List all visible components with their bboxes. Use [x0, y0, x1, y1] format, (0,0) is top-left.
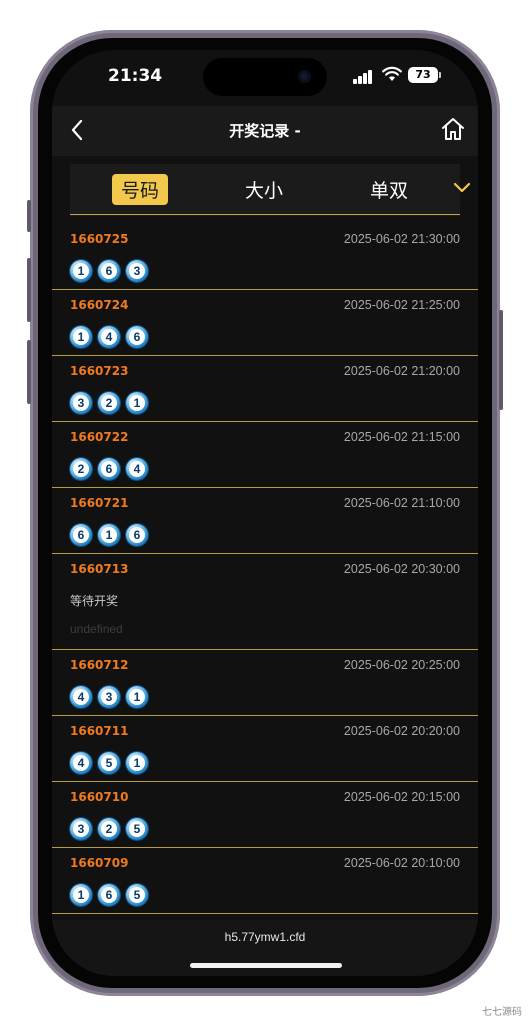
draw-time: 2025-06-02 21:20:00 [343, 364, 460, 378]
number-ball: 3 [70, 392, 92, 414]
number-ball: 1 [126, 686, 148, 708]
record-row: 1660723 2025-06-02 21:20:00 321 [52, 356, 478, 422]
number-ball: 3 [98, 686, 120, 708]
ball-group: 165 [70, 884, 154, 908]
draw-time: 2025-06-02 21:10:00 [343, 496, 460, 510]
tab-number[interactable]: 号码 [112, 174, 169, 205]
chevron-down-icon [453, 182, 471, 193]
record-row: 1660709 2025-06-02 20:10:00 165 [52, 848, 478, 914]
draw-time: 2025-06-02 21:25:00 [343, 298, 460, 312]
ball-group: 146 [70, 326, 154, 350]
page-title: 开奖记录 - [229, 122, 301, 140]
number-ball: 4 [126, 458, 148, 480]
record-row: 1660725 2025-06-02 21:30:00 163 [52, 224, 478, 290]
home-icon [442, 118, 464, 140]
number-ball: 6 [126, 326, 148, 348]
volume-up-button [27, 258, 31, 322]
number-ball: 6 [98, 458, 120, 480]
screen: 21:34 73 开奖记录 - 号码 大小 单双 1660725 2025-06… [52, 50, 478, 976]
ball-group: 163 [70, 260, 154, 284]
power-button [499, 310, 503, 410]
record-row: 1660712 2025-06-02 20:25:00 431 [52, 650, 478, 716]
ball-group: 616 [70, 524, 154, 548]
dropdown-button[interactable] [452, 180, 472, 194]
issue-number: 1660721 [70, 496, 129, 510]
record-row: 1660710 2025-06-02 20:15:00 325 [52, 782, 478, 848]
record-row: 1660711 2025-06-02 20:20:00 451 [52, 716, 478, 782]
number-ball: 1 [70, 884, 92, 906]
camera-icon [298, 70, 311, 83]
number-ball: 3 [126, 260, 148, 282]
draw-time: 2025-06-02 20:15:00 [343, 790, 460, 804]
ball-group: 431 [70, 686, 154, 710]
status-time: 21:34 [108, 66, 163, 86]
issue-number: 1660724 [70, 298, 129, 312]
draw-time: 2025-06-02 20:30:00 [343, 562, 460, 576]
number-ball: 5 [126, 884, 148, 906]
record-row-pending: 1660713 2025-06-02 20:30:00 等待开奖 undefin… [52, 554, 478, 650]
draw-time: 2025-06-02 20:10:00 [343, 856, 460, 870]
action-button [27, 200, 31, 232]
issue-number: 1660713 [70, 562, 129, 576]
dynamic-island [203, 58, 327, 96]
number-ball: 4 [98, 326, 120, 348]
issue-number: 1660710 [70, 790, 129, 804]
signal-icon [353, 70, 375, 84]
number-ball: 1 [70, 326, 92, 348]
number-ball: 5 [126, 818, 148, 840]
issue-number: 1660725 [70, 232, 129, 246]
issue-number: 1660722 [70, 430, 129, 444]
number-ball: 6 [70, 524, 92, 546]
browser-bottom-bar: h5.77ymw1.cfd [52, 920, 478, 976]
issue-number: 1660712 [70, 658, 129, 672]
number-ball: 6 [98, 260, 120, 282]
tab-size[interactable]: 大小 [245, 176, 283, 203]
ball-group: 264 [70, 458, 154, 482]
number-ball: 1 [98, 524, 120, 546]
record-list: 1660725 2025-06-02 21:30:00 163 1660724 … [52, 224, 478, 914]
number-ball: 4 [70, 686, 92, 708]
home-button[interactable] [440, 115, 466, 143]
status-bar: 21:34 73 [52, 50, 478, 106]
content-area: 号码 大小 单双 1660725 2025-06-02 21:30:00 163… [52, 156, 478, 920]
record-row: 1660722 2025-06-02 21:15:00 264 [52, 422, 478, 488]
issue-number: 1660709 [70, 856, 129, 870]
battery-tip [439, 72, 441, 78]
number-ball: 2 [98, 392, 120, 414]
draw-time: 2025-06-02 21:30:00 [343, 232, 460, 246]
watermark: 七七源码 [482, 1007, 522, 1018]
url-label[interactable]: h5.77ymw1.cfd [52, 930, 478, 944]
record-row: 1660724 2025-06-02 21:25:00 146 [52, 290, 478, 356]
number-ball: 2 [98, 818, 120, 840]
undefined-text: undefined [70, 622, 123, 636]
number-ball: 4 [70, 752, 92, 774]
tab-bar: 号码 大小 单双 [70, 164, 471, 216]
number-ball: 3 [70, 818, 92, 840]
wifi-icon [382, 66, 402, 86]
number-ball: 2 [70, 458, 92, 480]
ball-group: 321 [70, 392, 154, 416]
number-ball: 6 [126, 524, 148, 546]
draw-time: 2025-06-02 21:15:00 [343, 430, 460, 444]
number-ball: 5 [98, 752, 120, 774]
volume-down-button [27, 340, 31, 404]
battery-icon: 73 [408, 67, 438, 83]
draw-time: 2025-06-02 20:25:00 [343, 658, 460, 672]
ball-group: 451 [70, 752, 154, 776]
number-ball: 1 [126, 752, 148, 774]
nav-header: 开奖记录 - [52, 106, 478, 156]
tab-odd-even[interactable]: 单双 [370, 176, 408, 203]
home-indicator[interactable] [190, 963, 342, 968]
record-row: 1660721 2025-06-02 21:10:00 616 [52, 488, 478, 554]
tab-underline [70, 214, 460, 215]
issue-number: 1660723 [70, 364, 129, 378]
number-ball: 1 [70, 260, 92, 282]
ball-group: 325 [70, 818, 154, 842]
draw-time: 2025-06-02 20:20:00 [343, 724, 460, 738]
number-ball: 1 [126, 392, 148, 414]
number-ball: 6 [98, 884, 120, 906]
issue-number: 1660711 [70, 724, 129, 738]
pending-status: 等待开奖 [70, 594, 119, 608]
